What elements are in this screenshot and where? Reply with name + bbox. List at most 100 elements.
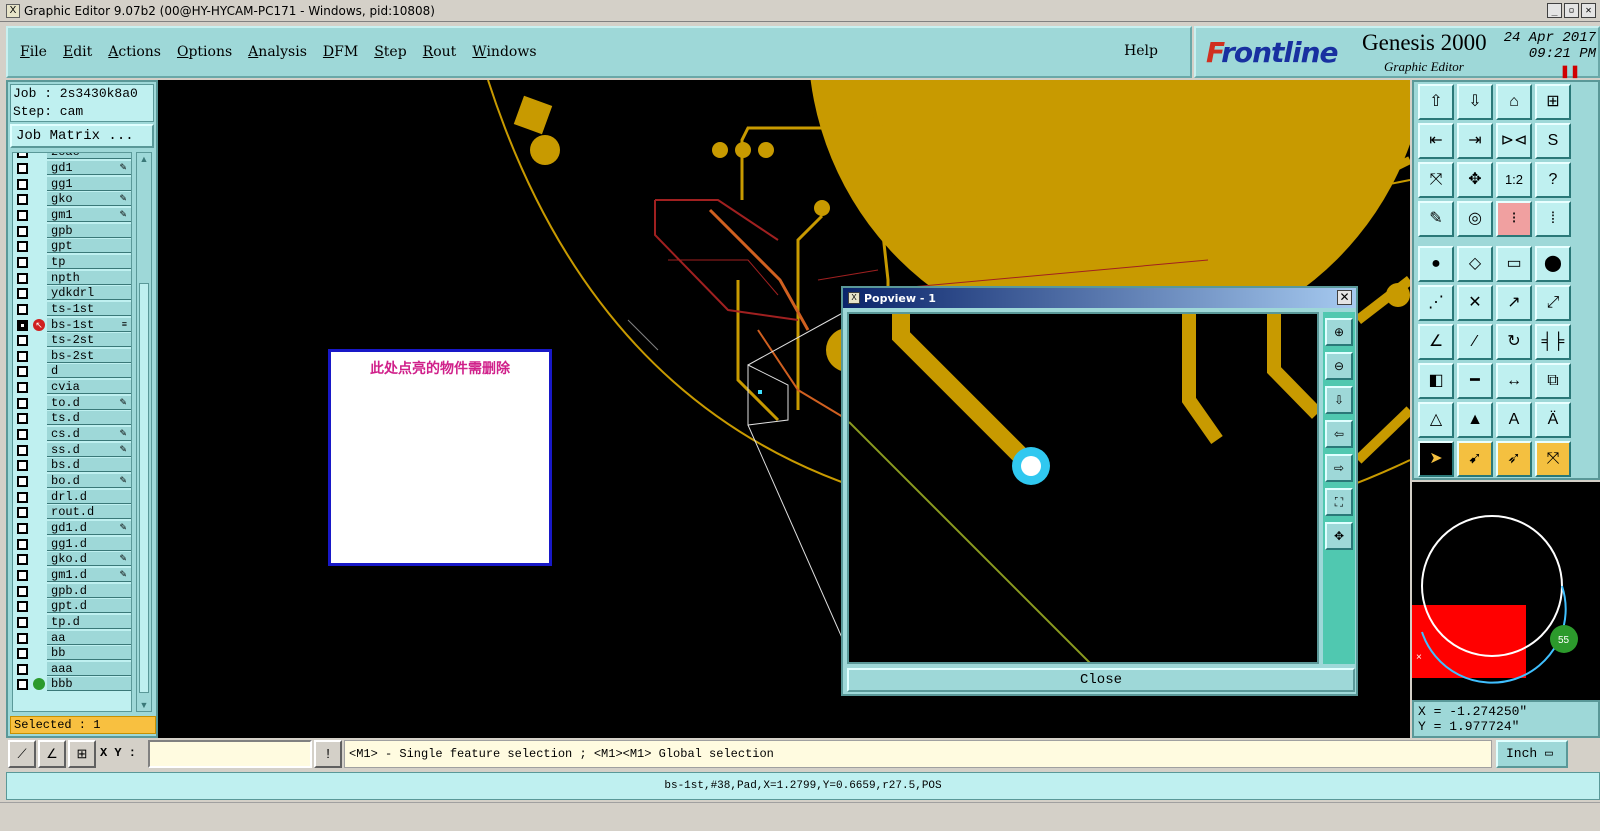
layer-checkbox[interactable]: [17, 303, 28, 315]
scroll-thumb[interactable]: [139, 283, 149, 693]
layer-row[interactable]: gm1 ✎: [13, 207, 131, 223]
menu-windows[interactable]: Windows: [472, 44, 536, 60]
layer-checkbox[interactable]: [17, 194, 28, 206]
line-diag-icon[interactable]: ⁄: [1457, 324, 1493, 360]
layer-row[interactable]: ts-1st: [13, 301, 131, 317]
triangle-icon[interactable]: △: [1418, 402, 1454, 438]
layer-checkbox[interactable]: [17, 491, 28, 503]
menu-edit[interactable]: Edit: [63, 44, 92, 60]
layer-row[interactable]: drl.d: [13, 489, 131, 505]
layer-row[interactable]: ↖ bs-1st ≡: [13, 317, 131, 333]
layer-checkbox[interactable]: [17, 209, 28, 221]
layer-row[interactable]: gd1.d ✎: [13, 520, 131, 536]
fit-profile-icon[interactable]: ✥: [1457, 162, 1493, 198]
layer-checkbox[interactable]: [17, 585, 28, 597]
layer-checkbox[interactable]: [17, 382, 28, 394]
pad-add-icon[interactable]: ●: [1418, 246, 1454, 282]
pause-icon[interactable]: ❚❚: [1560, 64, 1580, 78]
home-up-icon[interactable]: ⇧: [1418, 84, 1454, 120]
layer-row[interactable]: cs.d ✎: [13, 427, 131, 442]
layer-checkbox[interactable]: [17, 241, 28, 253]
menu-dfm[interactable]: DFM: [323, 44, 358, 60]
scroll-up-icon[interactable]: ▲: [138, 153, 150, 165]
delete-x-icon[interactable]: ✕: [1457, 285, 1493, 321]
popview-close-button[interactable]: Close: [847, 668, 1355, 692]
group-icon[interactable]: ⧉: [1535, 363, 1571, 399]
zoom-in-icon[interactable]: ⊕: [1325, 318, 1353, 346]
menu-analysis[interactable]: Analysis: [248, 44, 307, 60]
layer-row[interactable]: gg1: [13, 176, 131, 192]
layer-link-icon[interactable]: ⁞: [1535, 201, 1571, 237]
layer-checkbox[interactable]: [17, 460, 28, 472]
overview-map[interactable]: 55 ×: [1412, 482, 1600, 702]
layer-row[interactable]: gg1.d: [13, 536, 131, 552]
home-icon[interactable]: ⌂: [1496, 84, 1532, 120]
grid-snap-icon[interactable]: ⊞: [68, 740, 96, 768]
layer-checkbox[interactable]: [17, 366, 28, 378]
layer-checkbox[interactable]: [17, 679, 28, 691]
select-box-icon[interactable]: ➹: [1457, 441, 1493, 477]
layer-row[interactable]: tp: [13, 254, 131, 270]
layer-checkbox[interactable]: [17, 569, 28, 581]
layer-row[interactable]: zoao: [13, 153, 131, 160]
select-pointer-icon[interactable]: ➤: [1418, 441, 1454, 477]
layer-checkbox[interactable]: [17, 350, 28, 362]
layer-row[interactable]: ydkdrl: [13, 286, 131, 301]
layer-row[interactable]: bo.d ✎: [13, 474, 131, 489]
zoom-io-icon[interactable]: ⊳⊲: [1496, 123, 1532, 159]
menu-help[interactable]: Help: [1124, 43, 1158, 59]
layer-checkbox[interactable]: [17, 335, 28, 347]
layer-checkbox[interactable]: [17, 663, 28, 675]
layer-scrollbar[interactable]: ▲ ▼: [136, 152, 152, 712]
cut-icon[interactable]: ━: [1457, 363, 1493, 399]
layer-row[interactable]: gko.d ✎: [13, 552, 131, 567]
palette-icon[interactable]: ✎: [1418, 201, 1454, 237]
layer-checkbox[interactable]: [17, 538, 28, 550]
grid-icon[interactable]: ⊞: [1535, 84, 1571, 120]
move-icon[interactable]: ↗: [1496, 285, 1532, 321]
layer-row[interactable]: cvia: [13, 380, 131, 395]
rotate-icon[interactable]: ↻: [1496, 324, 1532, 360]
center-icon[interactable]: ✥: [1325, 522, 1353, 550]
select-add-icon[interactable]: ➶: [1496, 441, 1532, 477]
minimize-button[interactable]: _: [1547, 3, 1562, 18]
fit-icon[interactable]: ⛶: [1325, 488, 1353, 516]
layer-checkbox[interactable]: [17, 272, 28, 284]
angle-icon[interactable]: ∠: [38, 740, 66, 768]
layer-row[interactable]: bbb: [13, 677, 131, 692]
layer-checkbox[interactable]: [17, 554, 28, 566]
layer-checkbox[interactable]: [17, 648, 28, 660]
layer-row[interactable]: gko ✎: [13, 192, 131, 207]
layer-row[interactable]: gpb.d: [13, 583, 131, 599]
layer-checkbox[interactable]: [17, 429, 28, 441]
layer-row[interactable]: bs-2st: [13, 348, 131, 364]
units-select[interactable]: Inch ▭: [1496, 740, 1568, 768]
triangle-arrow-icon[interactable]: ▲: [1457, 402, 1493, 438]
mirror-icon[interactable]: ╡╞: [1535, 324, 1571, 360]
popview-canvas[interactable]: [847, 312, 1319, 664]
pan-left-icon[interactable]: ⇦: [1325, 420, 1353, 448]
s-curve-icon[interactable]: S: [1535, 123, 1571, 159]
layer-row[interactable]: gpt.d: [13, 599, 131, 614]
arc-double-icon[interactable]: Ä: [1535, 402, 1571, 438]
layer-row[interactable]: tp.d: [13, 614, 131, 630]
menu-step[interactable]: Step: [374, 44, 406, 60]
layer-checkbox[interactable]: [17, 319, 28, 331]
layer-row[interactable]: gpb: [13, 223, 131, 239]
layer-checkbox[interactable]: [17, 288, 28, 300]
layer-row[interactable]: to.d ✎: [13, 395, 131, 411]
ruler-icon[interactable]: ▭: [1496, 246, 1532, 282]
layer-row[interactable]: gm1.d ✎: [13, 567, 131, 583]
pan-right-tool-icon[interactable]: ⇥: [1457, 123, 1493, 159]
xy-input[interactable]: [148, 740, 312, 768]
close-window-button[interactable]: ✕: [1581, 3, 1596, 18]
fit-screen-icon[interactable]: ⤧: [1418, 162, 1454, 198]
pad-select-icon[interactable]: ◧: [1418, 363, 1454, 399]
layer-checkbox[interactable]: [17, 507, 28, 519]
layer-checkbox[interactable]: [17, 225, 28, 237]
home-down-icon[interactable]: ⇩: [1457, 84, 1493, 120]
layer-row[interactable]: npth: [13, 270, 131, 286]
scroll-down-icon[interactable]: ▼: [138, 699, 150, 711]
measure-icon[interactable]: ↔: [1496, 363, 1532, 399]
target-icon[interactable]: ◎: [1457, 201, 1493, 237]
